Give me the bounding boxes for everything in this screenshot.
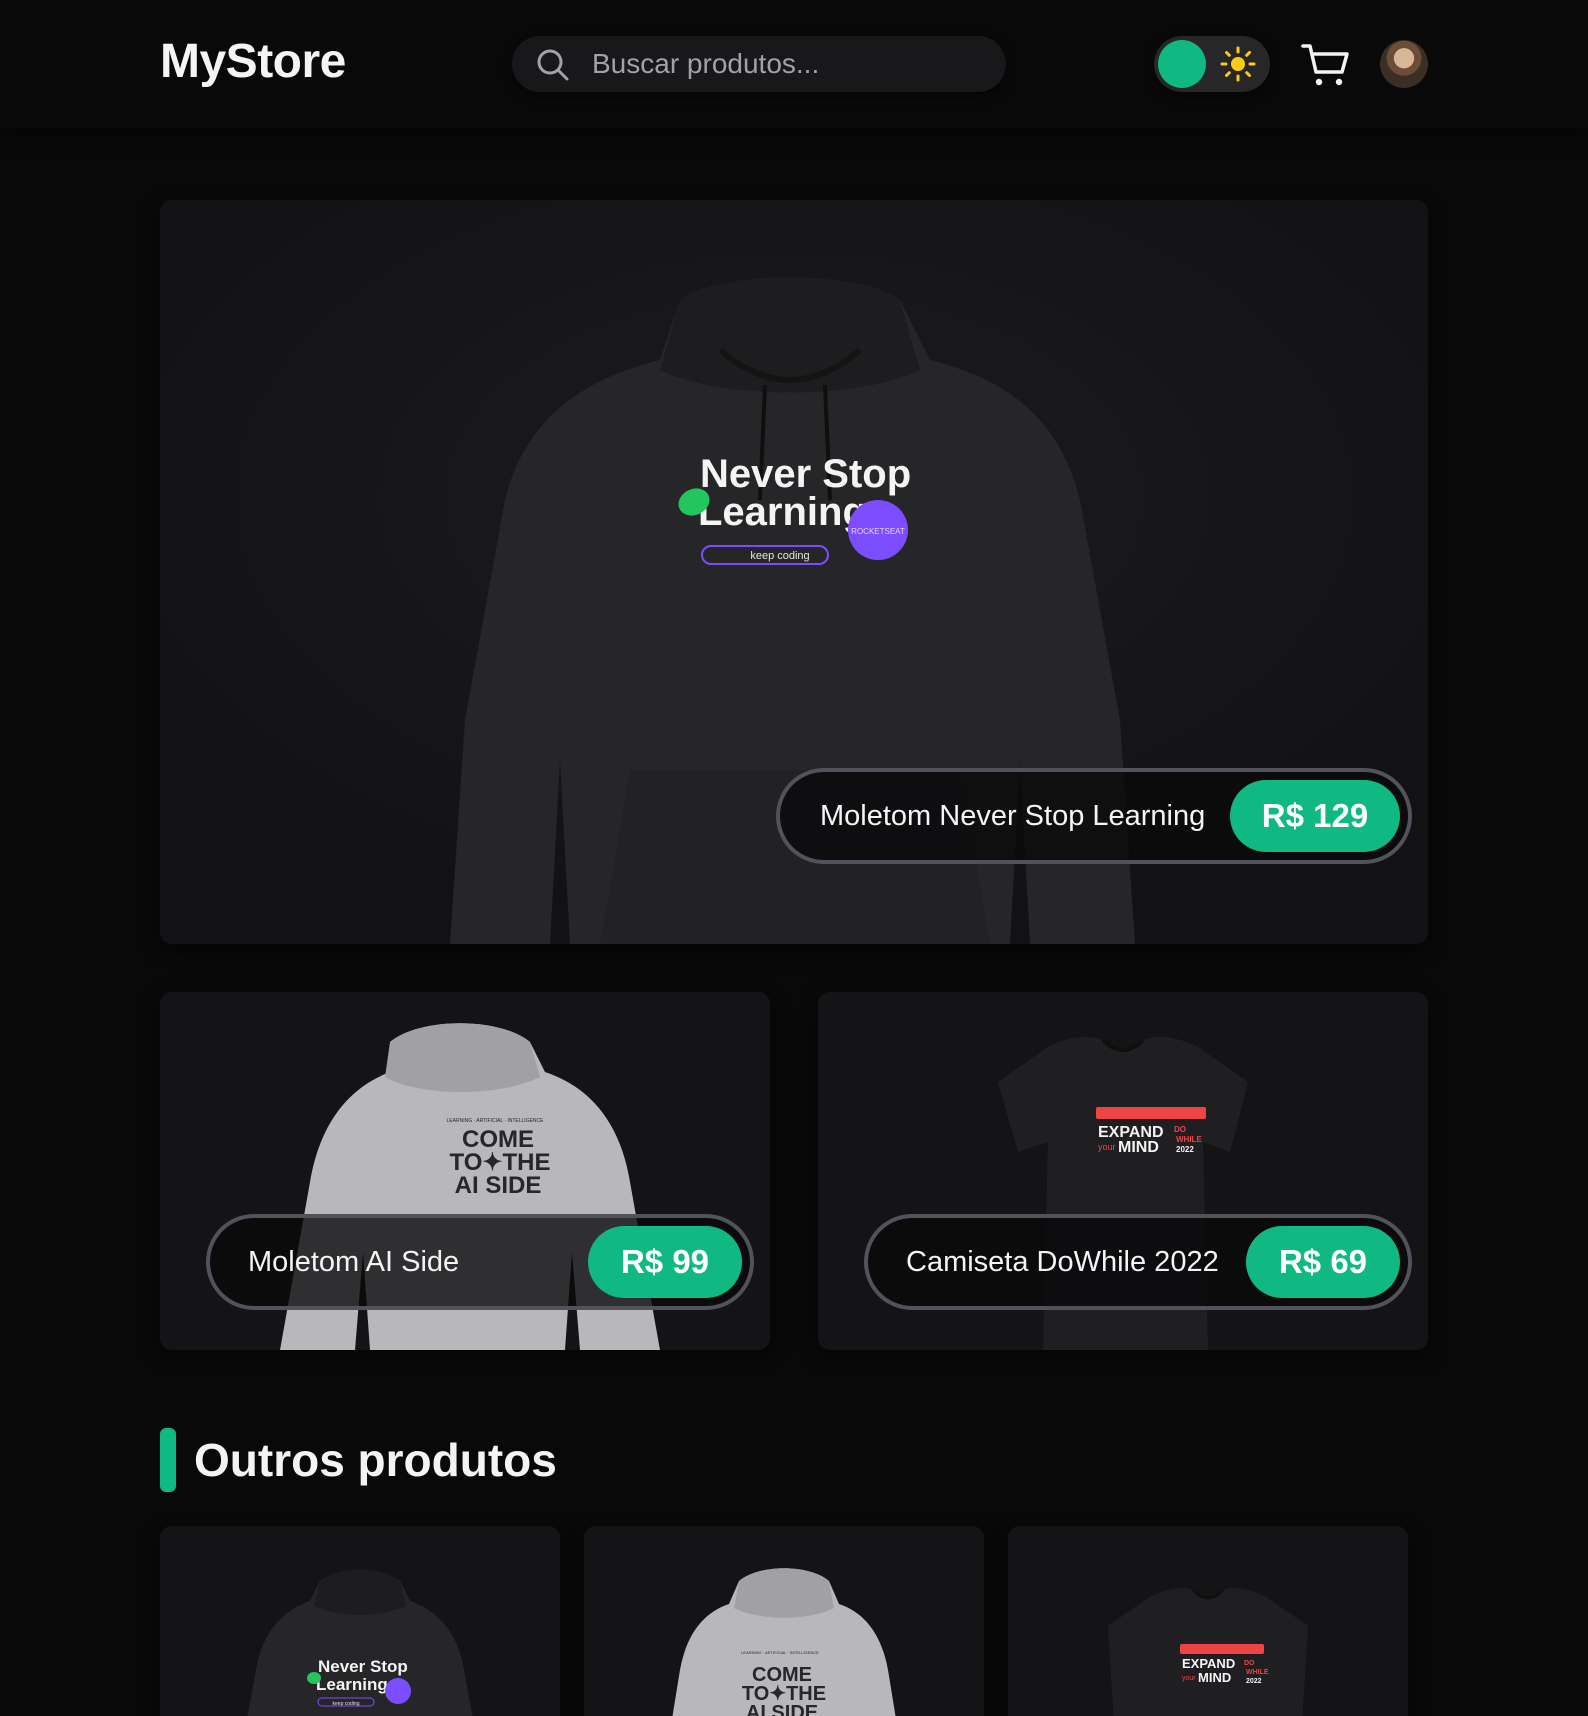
other2-print-line3: AI SIDE (746, 1702, 818, 1716)
featured-product-price: R$ 129 (1230, 780, 1400, 852)
sun-icon (1220, 46, 1256, 82)
other3-print-year: 2022 (1246, 1678, 1262, 1685)
ai-side-print-line3: AI SIDE (455, 1172, 542, 1199)
store-logo[interactable]: MyStore (160, 34, 346, 89)
dowhile-print-do: DO (1174, 1125, 1186, 1134)
other3-print-while: WHILE (1246, 1669, 1269, 1676)
gray-hoodie-thumb-image: LEARNING · ARTIFICIAL · INTELLIGENCE COM… (584, 1526, 984, 1716)
section-title-text: Outros produtos (194, 1434, 557, 1486)
featured-print-tag: keep coding (750, 550, 809, 562)
featured-product-name: Moletom Never Stop Learning (820, 799, 1206, 832)
other1-print-line2: Learning (316, 1675, 388, 1694)
search-bar[interactable] (512, 36, 1006, 92)
dowhile-print-small: your (1098, 1142, 1116, 1152)
ai-side-print-small: LEARNING · ARTIFICIAL · INTELLIGENCE (447, 1118, 545, 1124)
dowhile-print-line2: MIND (1118, 1139, 1159, 1156)
theme-toggle-knob[interactable] (1158, 40, 1206, 88)
tshirt-thumb-image: EXPAND your MIND DO WHILE 2022 (1008, 1526, 1408, 1716)
ai-side-product-name: Moletom AI Side (248, 1245, 460, 1278)
featured-print-line2: Learning (698, 490, 867, 534)
featured-product-card[interactable]: Never Stop Learning ROCKETSEAT keep codi… (160, 200, 1428, 944)
other-product-card-2[interactable]: LEARNING · ARTIFICIAL · INTELLIGENCE COM… (584, 1526, 984, 1716)
other2-print-small: LEARNING · ARTIFICIAL · INTELLIGENCE (741, 1650, 819, 1655)
featured-print-badge: ROCKETSEAT (851, 527, 905, 536)
ai-side-price-pill[interactable]: Moletom AI Side R$ 99 (206, 1214, 754, 1310)
dowhile-product-name: Camiseta DoWhile 2022 (906, 1245, 1219, 1278)
user-avatar[interactable] (1380, 40, 1428, 88)
other3-print-line2: MIND (1198, 1670, 1231, 1685)
search-icon[interactable] (536, 48, 570, 82)
other3-print-do: DO (1244, 1660, 1255, 1667)
featured-price-pill[interactable]: Moletom Never Stop Learning R$ 129 (776, 768, 1412, 864)
theme-toggle[interactable] (1154, 36, 1270, 92)
other3-print-line1: EXPAND (1182, 1656, 1235, 1671)
top-header: MyStore (0, 0, 1588, 128)
other-product-card-1[interactable]: Never Stop Learning keep coding (160, 1526, 560, 1716)
dowhile-price-pill[interactable]: Camiseta DoWhile 2022 R$ 69 (864, 1214, 1412, 1310)
search-input[interactable] (592, 36, 992, 92)
ai-side-product-price: R$ 99 (588, 1226, 742, 1298)
dowhile-print-while: WHILE (1176, 1135, 1202, 1144)
other1-print-tag: keep coding (333, 1701, 360, 1707)
section-title-outros: Outros produtos (160, 1428, 557, 1492)
product-card-ai-side[interactable]: LEARNING · ARTIFICIAL · INTELLIGENCE COM… (160, 992, 770, 1350)
dowhile-product-price: R$ 69 (1246, 1226, 1400, 1298)
dowhile-print-year: 2022 (1176, 1145, 1194, 1154)
section-title-accent-bar (160, 1428, 176, 1492)
cart-icon[interactable] (1300, 40, 1350, 90)
other3-print-small: your (1182, 1675, 1196, 1682)
hoodie-thumb-image: Never Stop Learning keep coding (160, 1526, 560, 1716)
other1-print-line1: Never Stop (318, 1657, 408, 1676)
product-card-dowhile[interactable]: EXPAND your MIND DO WHILE 2022 Camiseta … (818, 992, 1428, 1350)
other-product-card-3[interactable]: EXPAND your MIND DO WHILE 2022 (1008, 1526, 1408, 1716)
